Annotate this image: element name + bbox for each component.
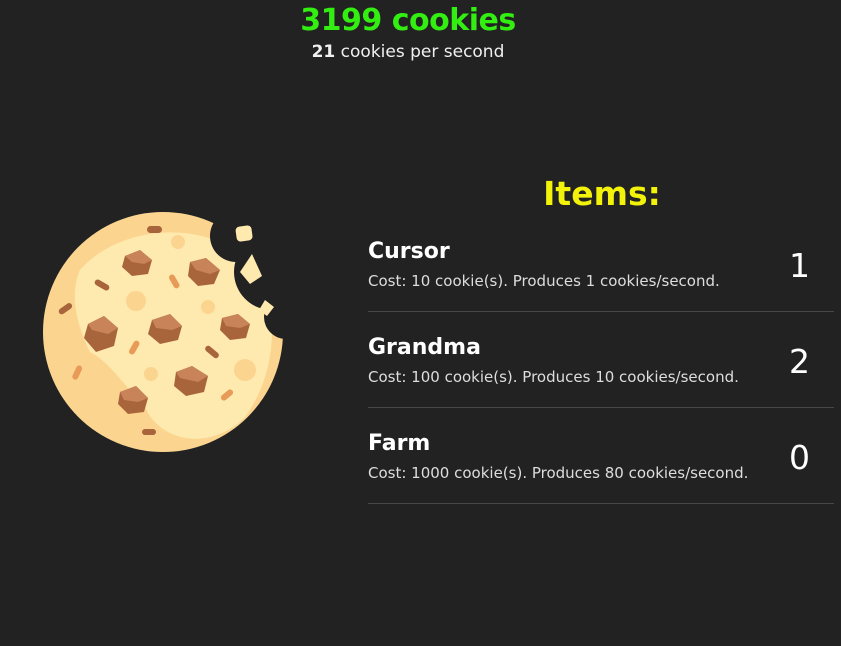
item-description: Cost: 1000 cookie(s). Produces 80 cookie… <box>368 464 749 482</box>
score-header: 3199 cookies 21 cookies per second <box>0 0 816 64</box>
item-farm[interactable]: Farm Cost: 1000 cookie(s). Produces 80 c… <box>368 416 834 504</box>
item-name: Grandma <box>368 335 481 360</box>
cps-suffix: cookies per second <box>335 42 505 62</box>
item-name: Farm <box>368 431 431 456</box>
item-count: 2 <box>789 342 810 381</box>
cps-value: 21 <box>311 42 336 62</box>
item-description: Cost: 100 cookie(s). Produces 10 cookies… <box>368 368 739 386</box>
items-heading: Items: <box>543 174 661 213</box>
item-cursor[interactable]: Cursor Cost: 10 cookie(s). Produces 1 co… <box>368 224 834 312</box>
item-name: Cursor <box>368 239 450 264</box>
item-count: 0 <box>789 438 810 477</box>
cookie-button[interactable] <box>40 212 290 462</box>
item-description: Cost: 10 cookie(s). Produces 1 cookies/s… <box>368 272 720 290</box>
cookie-count: 3199 cookies <box>300 3 516 38</box>
cookie-icon <box>43 212 283 452</box>
item-count: 1 <box>789 246 810 285</box>
item-grandma[interactable]: Grandma Cost: 100 cookie(s). Produces 10… <box>368 320 834 408</box>
cookies-per-second: 21 cookies per second <box>0 40 816 64</box>
items-list: Cursor Cost: 10 cookie(s). Produces 1 co… <box>368 224 834 512</box>
